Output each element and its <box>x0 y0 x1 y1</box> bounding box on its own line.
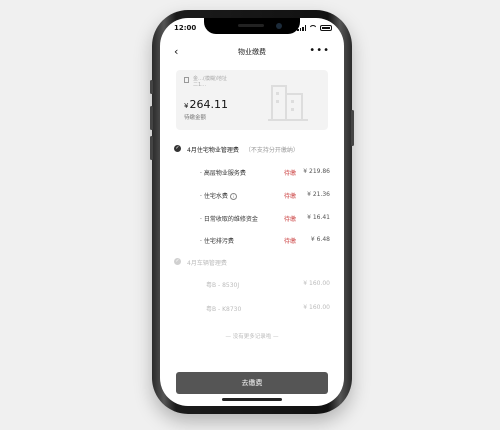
section-vehicle-fee[interactable]: ✓ 4月车辆管理费 <box>174 258 330 268</box>
vehicle-fee-amount: ¥ 160.00 <box>303 304 330 311</box>
address: 金…(模糊)地址 二1… <box>184 76 274 88</box>
section-title: 4月车辆管理费 <box>187 260 227 267</box>
vehicle-fee-amount: ¥ 160.00 <box>303 280 330 287</box>
wifi-icon <box>309 25 317 31</box>
end-of-list-text: — 没有更多记录啦 — <box>225 334 279 340</box>
status-icons <box>297 25 332 31</box>
phone-frame: 12:00 ‹ 物业缴费 ••• 金…(模糊)地址 二1… ¥264.11 待缴… <box>150 10 354 414</box>
info-icon[interactable]: i <box>229 193 237 200</box>
status-time: 12:00 <box>174 24 197 32</box>
home-indicator <box>222 398 282 401</box>
fee-amount: ¥ 16.41 <box>307 214 330 221</box>
amount-value: 264.11 <box>189 98 228 111</box>
status-bar: 12:00 <box>174 24 332 34</box>
phone-screen: 12:00 ‹ 物业缴费 ••• 金…(模糊)地址 二1… ¥264.11 待缴… <box>160 18 344 406</box>
volume-up-button <box>150 106 153 130</box>
bill-summary-card: 金…(模糊)地址 二1… ¥264.11 待缴金额 <box>176 70 328 130</box>
volume-down-button <box>150 136 153 160</box>
battery-icon <box>320 25 332 31</box>
pay-button[interactable]: 去缴费 <box>176 372 328 394</box>
check-icon[interactable]: ✓ <box>174 145 181 152</box>
currency-symbol: ¥ <box>184 102 189 110</box>
fee-row: · 日常收取的维修资金 待缴 ¥ 16.41 <box>200 214 330 224</box>
section-note: （不支持分开缴纳） <box>244 147 299 154</box>
section-title: 4月住宅物业管理费 <box>187 147 239 154</box>
signal-icon <box>297 25 306 31</box>
fee-status: 待缴 <box>283 193 296 200</box>
fee-name: · 住宅排污费 <box>200 238 234 245</box>
fee-row: · 住宅水费 i 待缴 ¥ 21.36 <box>200 191 330 201</box>
vehicle-row: 粤B - K8730 ¥ 160.00 <box>206 304 330 314</box>
more-icon[interactable]: ••• <box>309 45 330 56</box>
fee-amount: ¥ 219.86 <box>303 168 330 175</box>
fee-amount: ¥ 6.48 <box>310 236 330 243</box>
address-line-2: 二1… <box>193 82 207 88</box>
total-amount: ¥264.11 <box>184 98 228 111</box>
fee-status: 待缴 <box>283 238 296 245</box>
section-residential-fee[interactable]: ✓ 4月住宅物业管理费 （不支持分开缴纳） <box>174 145 330 155</box>
fee-name: · 住宅水费 <box>200 193 228 200</box>
fee-name: · 高层物业服务费 <box>200 170 246 177</box>
vehicle-plate: 粤B - 8530J <box>206 282 240 289</box>
fee-amount: ¥ 21.36 <box>307 191 330 198</box>
fee-name: · 日常收取的维修资金 <box>200 216 258 223</box>
fee-status: 待缴 <box>283 170 296 177</box>
vehicle-plate: 粤B - K8730 <box>206 306 242 313</box>
side-button <box>150 80 153 94</box>
fee-row: · 高层物业服务费 待缴 ¥ 219.86 <box>200 168 330 178</box>
amount-label: 待缴金额 <box>184 115 207 121</box>
check-icon[interactable]: ✓ <box>174 258 181 265</box>
vehicle-row: 粤B - 8530J ¥ 160.00 <box>206 280 330 290</box>
power-button <box>351 110 354 146</box>
fee-row: · 住宅排污费 待缴 ¥ 6.48 <box>200 236 330 246</box>
building-icon <box>268 85 308 121</box>
nav-bar: ‹ 物业缴费 ••• <box>160 42 344 64</box>
fee-status: 待缴 <box>283 216 296 223</box>
